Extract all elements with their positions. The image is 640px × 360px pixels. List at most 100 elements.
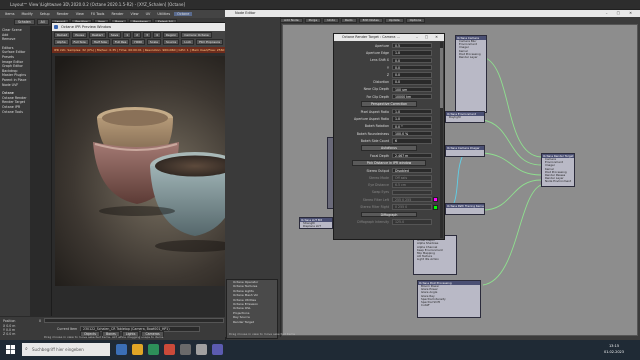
property-value[interactable]: 100 um — [392, 86, 432, 93]
window-controls[interactable]: – □ ✕ — [606, 10, 636, 17]
ipr-button[interactable]: Restart — [89, 32, 106, 38]
task-view-icon[interactable] — [116, 344, 127, 355]
menu-item[interactable]: Modify — [19, 12, 36, 16]
perspective-correction-button[interactable]: Perspective Correction — [361, 101, 417, 107]
node-port[interactable]: Node Environment — [542, 180, 574, 183]
property-row: Bokeh Side Count 6 — [334, 137, 444, 144]
menu-item[interactable]: Render — [54, 12, 72, 16]
window-controls[interactable]: – □ ✕ — [416, 34, 441, 41]
menu-item[interactable]: View — [73, 12, 87, 16]
position-z[interactable]: Z 0.0 m — [3, 332, 15, 336]
toolbar-button[interactable]: All — [36, 19, 49, 25]
node-editor-button[interactable]: Add Node — [280, 17, 303, 23]
timeline[interactable] — [44, 318, 224, 323]
ipr-button[interactable]: Source — [162, 39, 180, 45]
lightwave-icon[interactable] — [180, 344, 191, 355]
property-value[interactable]: 0 255 0 — [392, 204, 432, 210]
menu-item[interactable]: Render — [108, 12, 126, 16]
clock[interactable]: 13:15 01.02.2023 — [592, 343, 636, 357]
property-value[interactable]: Disabled — [392, 167, 432, 174]
node-editor-button[interactable]: Undo — [323, 17, 340, 23]
node-octane-camera[interactable]: Octane Camera Camera Blur Environment Image… — [455, 35, 487, 113]
ipr-button[interactable]: Scale — [146, 39, 161, 45]
ipr-button[interactable]: Reload — [54, 32, 71, 38]
property-value[interactable]: 0.5 — [392, 42, 432, 49]
node-post-processing[interactable]: Octane Post Processing Bloom Power Glare P… — [417, 280, 481, 318]
property-value[interactable]: 0.0 — [392, 64, 432, 71]
node-render-target[interactable]: Octane Render Target Camera Environment Ima… — [541, 153, 575, 187]
node-editor-button[interactable]: Options — [405, 17, 426, 23]
ipr-button[interactable]: 1 — [123, 32, 132, 38]
property-value[interactable]: 0.0 — [392, 79, 432, 85]
property-value[interactable] — [392, 189, 432, 196]
focal-depth-value[interactable]: 2.467 m — [392, 153, 432, 159]
property-value[interactable]: 6 — [392, 138, 432, 144]
menu-item[interactable]: Setup — [37, 12, 53, 16]
node-kernel[interactable]: Octane Path Tracing Kernel — [445, 203, 485, 215]
app-icon[interactable] — [212, 344, 223, 355]
property-value[interactable]: 0.0 ° — [392, 123, 432, 129]
file-explorer-icon[interactable] — [132, 344, 143, 355]
ipr-button[interactable]: Film Exposure — [196, 39, 224, 45]
property-value[interactable]: 6.5 cm — [392, 182, 432, 188]
frame-start[interactable]: 0 — [39, 319, 41, 323]
property-value[interactable]: 10000 km — [392, 94, 432, 100]
properties-scrollbar[interactable] — [440, 42, 443, 238]
ipr-button[interactable]: Camera: Octane — [181, 32, 212, 38]
ipr-button[interactable]: HDRI — [131, 39, 145, 45]
node-editor-button[interactable]: Update — [384, 17, 404, 23]
property-value[interactable]: 1.0 — [392, 116, 432, 122]
node-environment[interactable]: Octane Environment Daylight — [445, 111, 485, 123]
node-editor-button[interactable]: Purge — [304, 17, 322, 23]
node-port[interactable]: Displace LUT — [300, 225, 332, 228]
app-icon[interactable] — [196, 344, 207, 355]
node-editor-button[interactable]: Redo — [341, 17, 357, 23]
taskbar-search[interactable]: ⌕ Suchbegriff hier eingeben — [22, 343, 110, 356]
ipr-button[interactable]: Full Res — [111, 39, 130, 45]
ipr-button[interactable]: 3 — [143, 32, 151, 38]
property-value[interactable]: 100.0 % — [392, 130, 432, 137]
node-port[interactable]: Light IDs Action — [414, 258, 456, 261]
ipr-button[interactable]: Save — [107, 32, 122, 38]
node-port[interactable]: Render Layer — [456, 56, 486, 59]
color-swatch[interactable] — [433, 204, 438, 210]
property-value[interactable]: 0.0 — [392, 57, 432, 63]
property-value[interactable]: 1.0 — [392, 50, 432, 56]
node-lut[interactable]: Octane LUT Bit Strength Displace LUT — [299, 217, 333, 229]
node-imager[interactable]: Octane Camera Imager — [445, 145, 485, 157]
property-value[interactable]: Off axis — [392, 175, 432, 181]
windows-start-icon[interactable] — [6, 345, 15, 354]
property-value[interactable]: 1.0 — [392, 108, 432, 115]
pick-distance-button[interactable]: Pick Distance in IPR window — [352, 160, 426, 166]
menu-item[interactable]: FX Tools — [88, 12, 108, 16]
ipr-button[interactable]: Region — [162, 32, 180, 38]
app-icon[interactable] — [148, 344, 159, 355]
menu-item[interactable]: UV — [143, 12, 154, 16]
autofocus-button[interactable]: Autofocus — [361, 145, 417, 152]
ipr-button[interactable]: Alpha — [54, 39, 69, 45]
node-category-item[interactable]: Render Target — [227, 320, 277, 324]
property-value[interactable]: 125.0 — [392, 219, 432, 225]
toolbar-button[interactable]: Schalen — [14, 19, 35, 25]
node-port[interactable]: Cutoff — [418, 304, 480, 307]
property-value[interactable]: 255 0 255 — [392, 197, 432, 203]
color-swatch[interactable] — [433, 197, 438, 203]
ipr-button[interactable]: Lock — [181, 39, 195, 45]
menu-item[interactable]: Items — [2, 12, 18, 16]
diffograph-button[interactable]: Diffograph — [361, 211, 417, 218]
ipr-button[interactable]: 4 — [152, 32, 161, 38]
property-value[interactable]: 0.0 — [392, 72, 432, 78]
node-editor-button[interactable]: Edit Nodes — [358, 17, 383, 23]
node-kernel-settings[interactable]: Keep EnvironmentOffset DepthAlpha Shadow… — [413, 235, 457, 275]
menu-item[interactable]: View — [128, 12, 142, 16]
menu-item[interactable]: Octane — [174, 12, 193, 16]
ipr-button[interactable]: Full Size — [70, 39, 89, 45]
node-port[interactable]: Daylight — [446, 116, 484, 119]
ipr-button[interactable]: 2 — [133, 32, 142, 38]
ipr-button[interactable]: Half Size — [90, 39, 110, 45]
ipr-button[interactable]: Pause — [72, 32, 88, 38]
browser-icon[interactable] — [164, 344, 175, 355]
left-panel-item[interactable]: Parent in Place — [0, 78, 30, 83]
left-panel-item[interactable]: Octane Tools — [0, 110, 30, 115]
menu-item[interactable]: Utilities — [154, 12, 173, 16]
